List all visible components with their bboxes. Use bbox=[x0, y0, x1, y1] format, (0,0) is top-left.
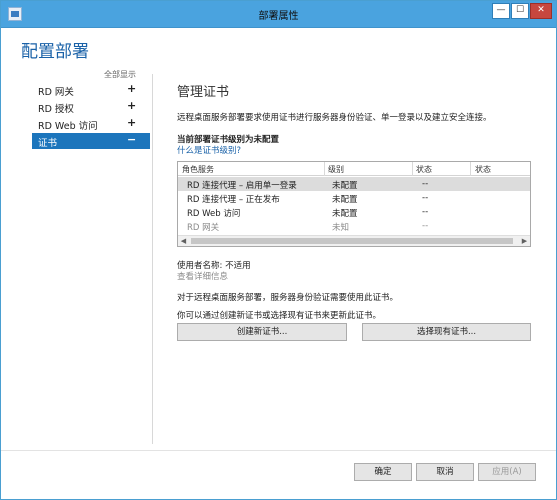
table-header: 角色服务 级别 状态 状态 bbox=[178, 162, 530, 176]
window-title: 部署属性 bbox=[258, 11, 299, 22]
pane-divider bbox=[152, 74, 153, 444]
dialog-window: 部署属性 — ☐ ✕ 配置部署 全部显示 RD 网关 + RD 授权 + RD … bbox=[0, 0, 557, 500]
sidebar-item-rd-gateway[interactable]: RD 网关 + bbox=[32, 82, 150, 98]
close-button[interactable]: ✕ bbox=[530, 3, 552, 19]
column-divider[interactable] bbox=[470, 162, 471, 176]
sidebar-item-rd-web-access[interactable]: RD Web 访问 + bbox=[32, 116, 150, 132]
sidebar-item-label: RD 授权 bbox=[38, 104, 74, 115]
title-bar[interactable]: 部署属性 — ☐ ✕ bbox=[1, 1, 556, 28]
sidebar-item-label: RD Web 访问 bbox=[38, 121, 98, 132]
expand-icon[interactable]: + bbox=[127, 82, 136, 95]
scroll-left-icon[interactable]: ◀ bbox=[178, 236, 189, 246]
cell-level: 未知 bbox=[332, 223, 350, 233]
horizontal-scrollbar[interactable]: ◀ ▶ bbox=[178, 235, 530, 246]
ok-button[interactable]: 确定 bbox=[354, 463, 412, 481]
apply-button[interactable]: 应用(A) bbox=[478, 463, 536, 481]
maximize-icon: ☐ bbox=[515, 5, 525, 15]
sidebar-item-certificates[interactable]: 证书 − bbox=[32, 133, 150, 149]
footer-divider bbox=[1, 450, 556, 451]
cell-status: -- bbox=[422, 179, 429, 189]
page-title: 配置部署 bbox=[21, 42, 89, 62]
collapse-icon[interactable]: − bbox=[127, 133, 136, 146]
cell-role: RD Web 访问 bbox=[187, 209, 241, 219]
table-row[interactable]: RD 网关 未知 -- bbox=[178, 219, 530, 233]
section-title: 管理证书 bbox=[177, 85, 230, 100]
sidebar-item-rd-licensing[interactable]: RD 授权 + bbox=[32, 99, 150, 115]
cell-role: RD 网关 bbox=[187, 223, 220, 233]
column-header-role-service[interactable]: 角色服务 bbox=[182, 164, 214, 175]
table-row[interactable]: RD 连接代理 – 正在发布 未配置 -- bbox=[178, 191, 530, 205]
column-header-status[interactable]: 状态 bbox=[416, 164, 432, 175]
description-text: 远程桌面服务部署要求使用证书进行服务器身份验证、单一登录以及建立安全连接。 bbox=[177, 113, 492, 123]
scroll-right-icon[interactable]: ▶ bbox=[519, 236, 530, 246]
create-new-certificate-button[interactable]: 创建新证书... bbox=[177, 323, 347, 341]
expand-icon[interactable]: + bbox=[127, 116, 136, 129]
view-details-link[interactable]: 查看详细信息 bbox=[177, 270, 228, 282]
maximize-button[interactable]: ☐ bbox=[511, 3, 529, 19]
certificate-level-help-link[interactable]: 什么是证书级别? bbox=[177, 144, 241, 156]
close-icon: ✕ bbox=[537, 5, 545, 15]
cell-level: 未配置 bbox=[332, 209, 358, 219]
expand-icon[interactable]: + bbox=[127, 99, 136, 112]
cell-role: RD 连接代理 – 启用单一登录 bbox=[187, 181, 297, 191]
table-row[interactable]: RD Web 访问 未配置 -- bbox=[178, 205, 530, 219]
column-divider[interactable] bbox=[412, 162, 413, 176]
cell-status: -- bbox=[422, 193, 429, 203]
info-text: 你可以通过创建新证书或选择现有证书来更新此证书。 bbox=[177, 311, 382, 321]
sidebar-item-label: 证书 bbox=[38, 138, 58, 149]
sidebar-item-label: RD 网关 bbox=[38, 87, 74, 98]
cell-status: -- bbox=[422, 221, 429, 231]
cell-status: -- bbox=[422, 207, 429, 217]
minimize-button[interactable]: — bbox=[492, 3, 510, 19]
select-existing-certificate-button[interactable]: 选择现有证书... bbox=[362, 323, 531, 341]
column-header-state[interactable]: 状态 bbox=[475, 164, 491, 175]
column-divider[interactable] bbox=[324, 162, 325, 176]
table-row[interactable]: RD 连接代理 – 启用单一登录 未配置 -- bbox=[178, 177, 530, 191]
cell-level: 未配置 bbox=[332, 195, 358, 205]
info-text: 对于远程桌面服务部署，服务器身份验证需要使用此证书。 bbox=[177, 293, 399, 303]
cell-level: 未配置 bbox=[332, 181, 358, 191]
column-header-level[interactable]: 级别 bbox=[328, 164, 344, 175]
role-services-table[interactable]: 角色服务 级别 状态 状态 RD 连接代理 – 启用单一登录 未配置 -- RD… bbox=[177, 161, 531, 247]
cancel-button[interactable]: 取消 bbox=[416, 463, 474, 481]
scrollbar-thumb[interactable] bbox=[191, 238, 513, 244]
cell-role: RD 连接代理 – 正在发布 bbox=[187, 195, 280, 205]
minimize-icon: — bbox=[496, 5, 506, 15]
show-all-link[interactable]: 全部显示 bbox=[104, 69, 136, 80]
